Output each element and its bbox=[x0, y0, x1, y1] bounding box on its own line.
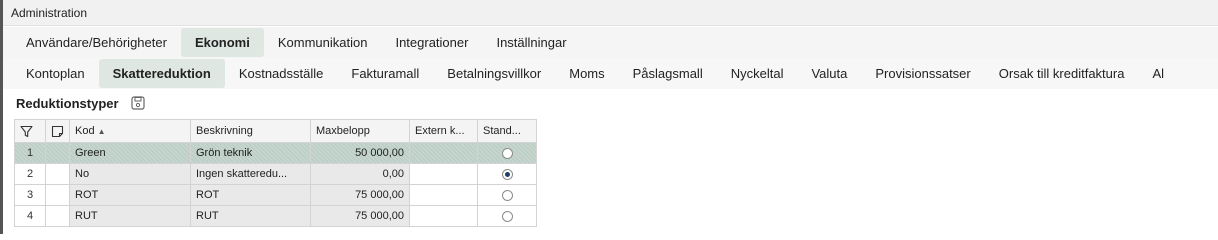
cell-maxbelopp[interactable]: 75 000,00 bbox=[310, 205, 410, 227]
tab-skattereduktion[interactable]: Skattereduktion bbox=[98, 59, 225, 88]
cell-kod[interactable]: Green bbox=[69, 142, 191, 164]
section-title: Reduktionstyper bbox=[16, 96, 119, 111]
note-header[interactable] bbox=[45, 119, 70, 143]
cell-standard[interactable] bbox=[477, 205, 537, 227]
filter-icon[interactable] bbox=[20, 125, 33, 138]
tab-ekonomi[interactable]: Ekonomi bbox=[180, 28, 264, 57]
tab-fakturamall[interactable]: Fakturamall bbox=[337, 59, 433, 88]
main-tab-bar: Användare/Behörigheter Ekonomi Kommunikati… bbox=[3, 27, 1218, 58]
sub-tab-bar: Kontoplan Skattereduktion Kostnadsställe Fa… bbox=[3, 58, 1218, 89]
row-number: 2 bbox=[14, 163, 46, 185]
cell-extern-kod[interactable] bbox=[409, 142, 478, 164]
tab-moms[interactable]: Moms bbox=[555, 59, 618, 88]
standard-radio[interactable] bbox=[501, 147, 513, 159]
cell-standard[interactable] bbox=[477, 184, 537, 206]
cell-kod[interactable]: ROT bbox=[69, 184, 191, 206]
cell-maxbelopp[interactable]: 50 000,00 bbox=[310, 142, 410, 164]
row-number: 3 bbox=[14, 184, 46, 206]
cell-extern-kod[interactable] bbox=[409, 205, 478, 227]
cell-maxbelopp[interactable]: 0,00 bbox=[310, 163, 410, 185]
tab-kostnadsstalle[interactable]: Kostnadsställe bbox=[225, 59, 338, 88]
cell-kod[interactable]: No bbox=[69, 163, 191, 185]
tab-integrationer[interactable]: Integrationer bbox=[381, 28, 482, 57]
column-header-maxbelopp[interactable]: Maxbelopp bbox=[310, 119, 410, 143]
column-header-beskrivning[interactable]: Beskrivning bbox=[190, 119, 311, 143]
tab-valuta[interactable]: Valuta bbox=[797, 59, 861, 88]
tab-anvandare-behorigheter[interactable]: Användare/Behörigheter bbox=[12, 28, 181, 57]
table-row[interactable]: 3 ROT ROT 75 000,00 bbox=[14, 184, 537, 206]
tab-installningar[interactable]: Inställningar bbox=[482, 28, 580, 57]
tab-betalningsvillkor[interactable]: Betalningsvillkor bbox=[433, 59, 555, 88]
column-header-standard[interactable]: Stand... bbox=[477, 119, 537, 143]
cell-beskrivning[interactable]: Ingen skatteredu... bbox=[190, 163, 311, 185]
grid-header-row: Kod ▲ Beskrivning Maxbelopp Extern k... S… bbox=[14, 119, 537, 143]
row-note-cell bbox=[45, 205, 70, 227]
standard-radio[interactable] bbox=[501, 210, 513, 222]
filter-header[interactable] bbox=[14, 119, 46, 143]
sort-ascending-icon: ▲ bbox=[97, 127, 106, 136]
tab-kommunikation[interactable]: Kommunikation bbox=[264, 28, 382, 57]
tab-kontoplan[interactable]: Kontoplan bbox=[12, 59, 99, 88]
tab-nyckeltal[interactable]: Nyckeltal bbox=[717, 59, 798, 88]
cell-standard[interactable] bbox=[477, 142, 537, 164]
cell-beskrivning[interactable]: Grön teknik bbox=[190, 142, 311, 164]
standard-radio[interactable] bbox=[501, 189, 513, 201]
row-number: 4 bbox=[14, 205, 46, 227]
cell-maxbelopp[interactable]: 75 000,00 bbox=[310, 184, 410, 206]
cell-beskrivning[interactable]: RUT bbox=[190, 205, 311, 227]
cell-kod[interactable]: RUT bbox=[69, 205, 191, 227]
cell-standard[interactable] bbox=[477, 163, 537, 185]
row-number: 1 bbox=[14, 142, 46, 164]
tab-provisionssatser[interactable]: Provisionssatser bbox=[861, 59, 984, 88]
save-icon[interactable] bbox=[131, 96, 145, 110]
row-note-cell bbox=[45, 142, 70, 164]
table-row[interactable]: 4 RUT RUT 75 000,00 bbox=[14, 205, 537, 227]
table-row[interactable]: 2 No Ingen skatteredu... 0,00 bbox=[14, 163, 537, 185]
row-note-cell bbox=[45, 163, 70, 185]
tab-al[interactable]: Al bbox=[1138, 59, 1178, 88]
tab-orsak-till-kreditfaktura[interactable]: Orsak till kreditfaktura bbox=[985, 59, 1139, 88]
cell-extern-kod[interactable] bbox=[409, 163, 478, 185]
cell-beskrivning[interactable]: ROT bbox=[190, 184, 311, 206]
column-header-extern-kod[interactable]: Extern k... bbox=[409, 119, 478, 143]
standard-radio-selected[interactable] bbox=[501, 168, 513, 180]
column-label-kod: Kod bbox=[75, 125, 95, 137]
row-note-cell bbox=[45, 184, 70, 206]
table-row[interactable]: 1 Green Grön teknik 50 000,00 bbox=[14, 142, 537, 164]
cell-extern-kod[interactable] bbox=[409, 184, 478, 206]
reduction-types-grid: Kod ▲ Beskrivning Maxbelopp Extern k... S… bbox=[14, 119, 537, 227]
note-icon[interactable] bbox=[51, 125, 64, 138]
window-title: Administration bbox=[3, 0, 1218, 26]
tab-paslagsmall[interactable]: Påslagsmall bbox=[619, 59, 717, 88]
column-header-kod[interactable]: Kod ▲ bbox=[69, 119, 191, 143]
